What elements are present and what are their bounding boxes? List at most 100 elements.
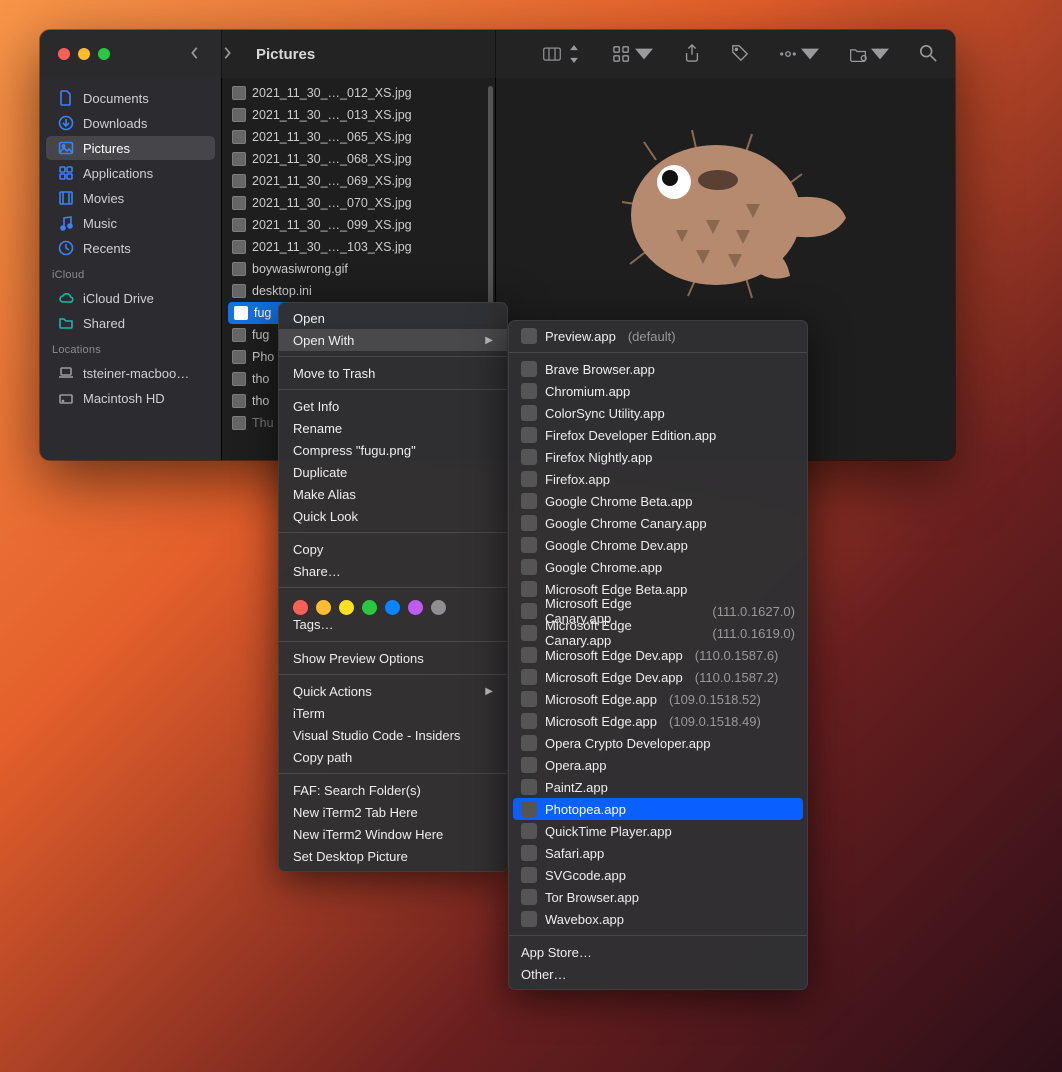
open-with-item-firefox-developer-edition-app[interactable]: Firefox Developer Edition.app [509,424,807,446]
sidebar-item-macintosh-hd[interactable]: Macintosh HD [46,386,215,410]
file-row[interactable]: 2021_11_30_…_068_XS.jpg [222,148,495,170]
menu-item-compress-fugu-png-[interactable]: Compress "fugu.png" [279,439,507,461]
sidebar-item-documents[interactable]: Documents [46,86,215,110]
folder-shared-icon [58,315,74,331]
menu-item-make-alias[interactable]: Make Alias [279,483,507,505]
file-row[interactable]: desktop.ini [222,280,495,302]
open-with-item-microsoft-edge-canary-app[interactable]: Microsoft Edge Canary.app(111.0.1619.0) [509,622,807,644]
sidebar-item-icloud-drive[interactable]: iCloud Drive [46,286,215,310]
sidebar-item-movies[interactable]: Movies [46,186,215,210]
sync-folder-button[interactable] [849,45,889,63]
open-with-item-brave-browser-app[interactable]: Brave Browser.app [509,358,807,380]
tag-dot[interactable] [362,600,377,615]
open-with-item-svgcode-app[interactable]: SVGcode.app [509,864,807,886]
menu-item-faf-search-folder-s-[interactable]: FAF: Search Folder(s) [279,779,507,801]
open-with-item-tor-browser-app[interactable]: Tor Browser.app [509,886,807,908]
menu-item-rename[interactable]: Rename [279,417,507,439]
share-button[interactable] [683,44,701,65]
app-version: (110.0.1587.6) [695,648,779,663]
view-columns-button[interactable] [543,45,583,63]
menu-item-get-info[interactable]: Get Info [279,395,507,417]
app-label: Brave Browser.app [545,362,655,377]
file-row[interactable]: 2021_11_30_…_013_XS.jpg [222,104,495,126]
tag-dot[interactable] [385,600,400,615]
app-icon [521,713,537,729]
zoom-button[interactable] [98,48,110,60]
open-with-item-google-chrome-app[interactable]: Google Chrome.app [509,556,807,578]
app-label: Microsoft Edge.app [545,692,657,707]
menu-item-duplicate[interactable]: Duplicate [279,461,507,483]
forward-button[interactable] [220,46,234,63]
group-button[interactable] [613,45,653,63]
open-with-item-firefox-nightly-app[interactable]: Firefox Nightly.app [509,446,807,468]
back-button[interactable] [188,46,202,63]
open-with-item-google-chrome-beta-app[interactable]: Google Chrome Beta.app [509,490,807,512]
open-with-item-colorsync-utility-app[interactable]: ColorSync Utility.app [509,402,807,424]
menu-item-open-with[interactable]: Open With▶ [279,329,507,351]
tag-dot[interactable] [339,600,354,615]
file-name: 2021_11_30_…_099_XS.jpg [252,218,412,232]
menu-item-copy-path[interactable]: Copy path [279,746,507,768]
open-with-item-photopea-app[interactable]: Photopea.app [513,798,803,820]
sidebar-item-music[interactable]: Music [46,211,215,235]
menu-item-set-desktop-picture[interactable]: Set Desktop Picture [279,845,507,867]
tags-button[interactable] [731,44,749,65]
open-with-item-google-chrome-dev-app[interactable]: Google Chrome Dev.app [509,534,807,556]
file-row[interactable]: 2021_11_30_…_099_XS.jpg [222,214,495,236]
sidebar-item-pictures[interactable]: Pictures [46,136,215,160]
open-with-item-safari-app[interactable]: Safari.app [509,842,807,864]
menu-item-move-to-trash[interactable]: Move to Trash [279,362,507,384]
file-row[interactable]: 2021_11_30_…_069_XS.jpg [222,170,495,192]
menu-item-copy[interactable]: Copy [279,538,507,560]
open-with-item-paintz-app[interactable]: PaintZ.app [509,776,807,798]
menu-item-iterm[interactable]: iTerm [279,702,507,724]
sidebar-item-tsteiner-macboo-[interactable]: tsteiner-macboo… [46,361,215,385]
file-row[interactable]: 2021_11_30_…_012_XS.jpg [222,82,495,104]
sidebar-item-shared[interactable]: Shared [46,311,215,335]
open-with-item-microsoft-edge-dev-app[interactable]: Microsoft Edge Dev.app(110.0.1587.2) [509,666,807,688]
menu-item-new-iterm-tab-here[interactable]: New iTerm2 Tab Here [279,801,507,823]
menu-item-open[interactable]: Open [279,307,507,329]
action-menu-button[interactable] [779,45,819,63]
menu-item-share-[interactable]: Share… [279,560,507,582]
open-with-item-microsoft-edge-app[interactable]: Microsoft Edge.app(109.0.1518.49) [509,710,807,732]
menu-label: Share… [293,564,341,579]
close-button[interactable] [58,48,70,60]
open-with-item-microsoft-edge-app[interactable]: Microsoft Edge.app(109.0.1518.52) [509,688,807,710]
open-with-item-microsoft-edge-dev-app[interactable]: Microsoft Edge Dev.app (110.0.1587.6) [509,644,807,666]
menu-item-tags-[interactable]: Tags… [279,617,507,636]
open-with-item-wavebox-app[interactable]: Wavebox.app [509,908,807,930]
menu-separator [279,674,507,675]
file-row[interactable]: 2021_11_30_…_070_XS.jpg [222,192,495,214]
tag-dot[interactable] [408,600,423,615]
menu-item-new-iterm-window-here[interactable]: New iTerm2 Window Here [279,823,507,845]
open-with-item-chromium-app[interactable]: Chromium.app [509,380,807,402]
tag-dot[interactable] [431,600,446,615]
search-button[interactable] [919,44,937,65]
open-with-item-other-[interactable]: Other… [509,963,807,985]
open-with-item-quicktime-player-app[interactable]: QuickTime Player.app [509,820,807,842]
file-row[interactable]: 2021_11_30_…_065_XS.jpg [222,126,495,148]
menu-item-visual-studio-code-insiders[interactable]: Visual Studio Code - Insiders [279,724,507,746]
app-label: Microsoft Edge Dev.app [545,648,683,663]
open-with-item-firefox-app[interactable]: Firefox.app [509,468,807,490]
sidebar-item-downloads[interactable]: Downloads [46,111,215,135]
menu-label: Move to Trash [293,366,375,381]
open-with-item-preview-app[interactable]: Preview.app(default) [509,325,807,347]
open-with-item-google-chrome-canary-app[interactable]: Google Chrome Canary.app [509,512,807,534]
menu-label: Compress "fugu.png" [293,443,416,458]
sidebar-item-applications[interactable]: Applications [46,161,215,185]
open-with-item-opera-app[interactable]: Opera.app [509,754,807,776]
open-with-item-app-store-[interactable]: App Store… [509,941,807,963]
file-row[interactable]: boywasiwrong.gif [222,258,495,280]
tag-dot[interactable] [316,600,331,615]
menu-item-show-preview-options[interactable]: Show Preview Options [279,647,507,669]
minimize-button[interactable] [78,48,90,60]
menu-item-quick-look[interactable]: Quick Look [279,505,507,527]
sidebar-item-recents[interactable]: Recents [46,236,215,260]
tag-dot[interactable] [293,600,308,615]
file-name: Pho [252,350,274,364]
open-with-item-opera-crypto-developer-app[interactable]: Opera Crypto Developer.app [509,732,807,754]
file-row[interactable]: 2021_11_30_…_103_XS.jpg [222,236,495,258]
menu-item-quick-actions[interactable]: Quick Actions▶ [279,680,507,702]
